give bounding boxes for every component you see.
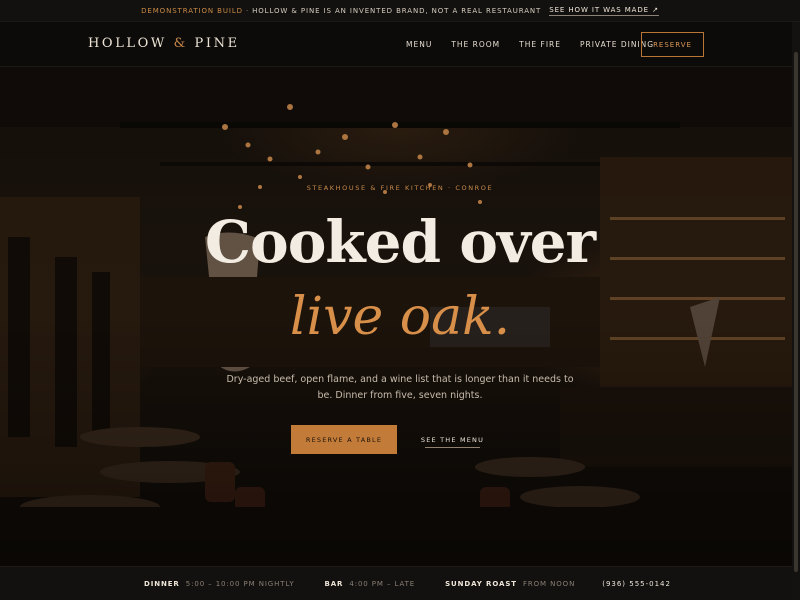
site-header: HOLLOW & PINE Menu The Room The Fire Pri… bbox=[0, 22, 800, 67]
hours-value: 5:00 – 10:00 PM nightly bbox=[185, 579, 295, 588]
nav-item-the-room[interactable]: The Room bbox=[451, 40, 500, 49]
nav-item-menu[interactable]: Menu bbox=[406, 40, 432, 49]
hours-bar-service: Bar 4:00 PM – late bbox=[325, 580, 416, 588]
hero-headline-accent: live oak. bbox=[289, 287, 511, 347]
hours-value: 4:00 PM – late bbox=[349, 579, 416, 588]
hero-content: Steakhouse & Fire Kitchen · Conroe Cooke… bbox=[0, 67, 800, 566]
brand-logo[interactable]: HOLLOW & PINE bbox=[88, 36, 240, 51]
hero-subtext: Dry-aged beef, open flame, and a wine li… bbox=[226, 374, 574, 401]
see-menu-button[interactable]: See the menu bbox=[407, 425, 498, 454]
logo-ampersand: & bbox=[173, 36, 188, 51]
hours-label: Dinner bbox=[144, 579, 180, 588]
logo-word-pine: PINE bbox=[194, 36, 240, 51]
scrollbar-thumb[interactable] bbox=[794, 52, 798, 572]
hours-sunday-roast: Sunday Roast From noon bbox=[445, 580, 575, 588]
announcement-text: Hollow & Pine is an invented brand, not … bbox=[252, 6, 542, 15]
hero-eyebrow: Steakhouse & Fire Kitchen · Conroe bbox=[306, 184, 494, 192]
how-it-was-made-link[interactable]: See how it was made ↗ bbox=[549, 6, 659, 16]
hours-bar: Dinner 5:00 – 10:00 PM nightly Bar 4:00 … bbox=[0, 566, 800, 600]
main-nav: Menu The Room The Fire Private Dining bbox=[406, 40, 673, 49]
reserve-table-button[interactable]: Reserve a table bbox=[291, 425, 397, 454]
reserve-button[interactable]: Reserve bbox=[641, 32, 704, 57]
announcement-bar: Demonstration build · Hollow & Pine is a… bbox=[0, 0, 800, 22]
nav-item-the-fire[interactable]: The Fire bbox=[519, 40, 561, 49]
hours-dinner: Dinner 5:00 – 10:00 PM nightly bbox=[144, 580, 294, 588]
hours-value: From noon bbox=[522, 579, 576, 588]
logo-word-hollow: HOLLOW bbox=[88, 36, 167, 51]
hero-section: Steakhouse & Fire Kitchen · Conroe Cooke… bbox=[0, 67, 800, 566]
phone-number-link[interactable]: (936) 555-0142 bbox=[602, 580, 671, 588]
hours-label: Sunday Roast bbox=[445, 579, 517, 588]
hero-headline: Cooked over bbox=[204, 208, 596, 276]
announcement-tag: Demonstration build bbox=[141, 6, 243, 15]
announcement-separator: · bbox=[245, 6, 250, 15]
hours-label: Bar bbox=[324, 579, 344, 588]
page-scrollbar[interactable] bbox=[792, 22, 800, 600]
